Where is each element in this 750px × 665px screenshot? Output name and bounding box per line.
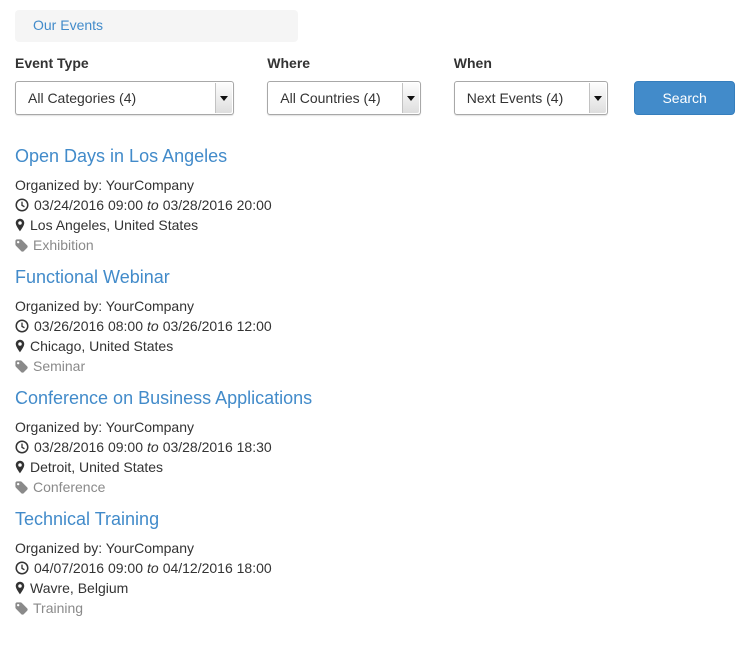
event-category: Conference — [15, 477, 735, 497]
when-selected-value: Next Events (4) — [467, 90, 563, 106]
events-page: Our Events Event Type All Categories (4)… — [0, 0, 750, 618]
event-category: Training — [15, 598, 735, 618]
caret-down-icon — [215, 83, 232, 113]
event-organizer: Organized by: YourCompany — [15, 296, 735, 316]
event-location-text: Los Angeles, United States — [30, 215, 198, 235]
search-button[interactable]: Search — [634, 81, 735, 115]
event-date-end: 03/28/2016 18:30 — [163, 437, 272, 457]
event-dates: 03/24/2016 09:00 to 03/28/2016 20:00 — [15, 195, 735, 215]
tag-icon — [15, 602, 28, 615]
clock-icon — [15, 561, 29, 575]
when-select[interactable]: Next Events (4) — [454, 81, 609, 115]
filter-group-event-type: Event Type All Categories (4) — [15, 55, 234, 115]
event-category-text: Conference — [33, 477, 105, 497]
events-list: Open Days in Los Angeles Organized by: Y… — [15, 146, 735, 618]
event-location: Wavre, Belgium — [15, 578, 735, 598]
event-category: Exhibition — [15, 235, 735, 255]
event-category-text: Training — [33, 598, 83, 618]
event-organizer: Organized by: YourCompany — [15, 417, 735, 437]
breadcrumb: Our Events — [15, 10, 298, 42]
event-date-start: 03/26/2016 08:00 — [34, 316, 143, 336]
event-date-separator: to — [143, 558, 163, 578]
event-title-link[interactable]: Functional Webinar — [15, 267, 170, 287]
event-item: Technical Training Organized by: YourCom… — [15, 509, 735, 618]
where-selected-value: All Countries (4) — [280, 90, 380, 106]
event-date-start: 04/07/2016 09:00 — [34, 558, 143, 578]
event-date-end: 03/26/2016 12:00 — [163, 316, 272, 336]
event-organizer: Organized by: YourCompany — [15, 175, 735, 195]
event-item: Functional Webinar Organized by: YourCom… — [15, 267, 735, 376]
event-location-text: Detroit, United States — [30, 457, 163, 477]
event-title: Technical Training — [15, 509, 735, 529]
event-date-start: 03/28/2016 09:00 — [34, 437, 143, 457]
clock-icon — [15, 440, 29, 454]
event-date-end: 04/12/2016 18:00 — [163, 558, 272, 578]
event-location-text: Chicago, United States — [30, 336, 173, 356]
event-title: Conference on Business Applications — [15, 388, 735, 408]
event-dates: 03/26/2016 08:00 to 03/26/2016 12:00 — [15, 316, 735, 336]
event-date-separator: to — [143, 316, 163, 336]
filter-group-when: When Next Events (4) — [454, 55, 609, 115]
event-title-link[interactable]: Open Days in Los Angeles — [15, 146, 227, 166]
event-date-separator: to — [143, 195, 163, 215]
where-label: Where — [267, 55, 421, 72]
event-location: Chicago, United States — [15, 336, 735, 356]
event-location: Detroit, United States — [15, 457, 735, 477]
event-type-label: Event Type — [15, 55, 234, 72]
tag-icon — [15, 239, 28, 252]
where-select[interactable]: All Countries (4) — [267, 81, 421, 115]
event-category: Seminar — [15, 356, 735, 376]
event-location: Los Angeles, United States — [15, 215, 735, 235]
event-location-text: Wavre, Belgium — [30, 578, 128, 598]
tag-icon — [15, 481, 28, 494]
event-search-filters: Event Type All Categories (4) Where All … — [15, 55, 735, 115]
clock-icon — [15, 319, 29, 333]
event-title: Functional Webinar — [15, 267, 735, 287]
clock-icon — [15, 198, 29, 212]
event-date-end: 03/28/2016 20:00 — [163, 195, 272, 215]
event-dates: 04/07/2016 09:00 to 04/12/2016 18:00 — [15, 558, 735, 578]
map-marker-icon — [15, 218, 25, 232]
event-title: Open Days in Los Angeles — [15, 146, 735, 166]
caret-down-icon — [589, 83, 606, 113]
event-date-start: 03/24/2016 09:00 — [34, 195, 143, 215]
event-title-link[interactable]: Technical Training — [15, 509, 159, 529]
event-organizer: Organized by: YourCompany — [15, 538, 735, 558]
event-title-link[interactable]: Conference on Business Applications — [15, 388, 312, 408]
event-item: Open Days in Los Angeles Organized by: Y… — [15, 146, 735, 255]
when-label: When — [454, 55, 609, 72]
tag-icon — [15, 360, 28, 373]
breadcrumb-our-events-link[interactable]: Our Events — [33, 17, 103, 33]
map-marker-icon — [15, 339, 25, 353]
event-item: Conference on Business Applications Orga… — [15, 388, 735, 497]
event-category-text: Exhibition — [33, 235, 94, 255]
event-dates: 03/28/2016 09:00 to 03/28/2016 18:30 — [15, 437, 735, 457]
event-date-separator: to — [143, 437, 163, 457]
event-type-select[interactable]: All Categories (4) — [15, 81, 234, 115]
map-marker-icon — [15, 460, 25, 474]
event-category-text: Seminar — [33, 356, 85, 376]
map-marker-icon — [15, 581, 25, 595]
filter-group-where: Where All Countries (4) — [267, 55, 421, 115]
event-type-selected-value: All Categories (4) — [28, 90, 136, 106]
caret-down-icon — [402, 83, 419, 113]
